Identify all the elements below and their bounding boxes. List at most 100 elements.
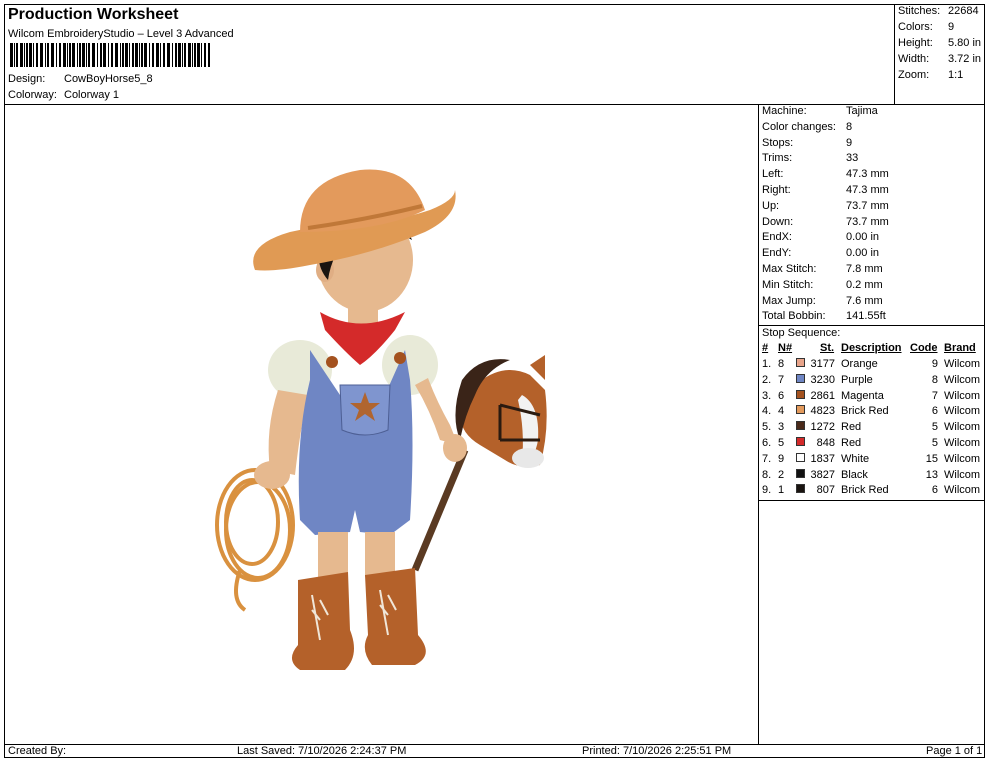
left-leg — [318, 532, 348, 577]
page-number: Page 1 of 1 — [926, 745, 983, 757]
row-stitches: 807 — [816, 484, 835, 497]
barcode-bar — [125, 43, 128, 67]
row-num: 5. — [762, 421, 772, 434]
barcode-bar — [192, 43, 193, 67]
col-header-code: Code — [910, 342, 938, 354]
color-swatch — [796, 358, 805, 367]
row-num: 7. — [762, 452, 772, 465]
design-label: Design: — [8, 73, 46, 85]
barcode-bar — [40, 43, 43, 67]
barcode-bar — [56, 43, 57, 67]
machine-value: 73.7 mm — [846, 199, 889, 212]
barcode-bar — [63, 43, 66, 67]
machine-value: 47.3 mm — [846, 184, 889, 196]
machine-label: Max Jump: — [762, 294, 816, 307]
machine-label: Machine: — [762, 105, 807, 117]
row-stitches: 3827 — [810, 468, 835, 481]
barcode-bar — [33, 43, 34, 67]
colorway-value: Colorway 1 — [64, 89, 120, 101]
cowboy-hat — [253, 169, 456, 271]
machine-value: 0.2 mm — [846, 278, 883, 291]
barcode-bar — [26, 43, 28, 67]
footer-divider — [4, 744, 985, 745]
row-needle: 5 — [778, 437, 785, 449]
stat-value: 5.80 in — [948, 37, 982, 49]
barcode-bar — [16, 43, 18, 67]
row-brand: Wilcom — [944, 373, 981, 386]
row-needle: 6 — [778, 389, 785, 402]
machine-label: Trims: — [762, 152, 793, 165]
overall-button-left — [326, 356, 338, 368]
barcode-bar — [144, 43, 147, 67]
printed-date: Printed: 7/10/2026 2:25:51 PM — [582, 745, 732, 757]
row-needle: 7 — [778, 373, 785, 386]
row-description: Magenta — [841, 389, 884, 402]
color-swatch — [796, 373, 805, 383]
barcode-bar — [122, 43, 124, 67]
row-code: 5 — [931, 437, 938, 449]
machine-label: Left: — [762, 168, 784, 181]
barcode-bar — [82, 43, 85, 67]
col-header-desc: Description — [841, 342, 902, 354]
barcode-bar — [47, 43, 49, 67]
colorway-label: Colorway: — [8, 89, 57, 101]
barcode-bar — [45, 43, 46, 67]
color-swatch — [796, 405, 805, 415]
row-num: 4. — [762, 405, 772, 418]
machine-divider — [758, 325, 985, 326]
right-boot — [364, 568, 426, 665]
machine-value: 9 — [846, 136, 853, 149]
overalls — [298, 350, 413, 535]
barcode-bar — [29, 43, 32, 67]
row-description: Brick Red — [841, 405, 889, 418]
stat-label: Zoom: — [898, 69, 930, 81]
machine-value: 7.8 mm — [846, 263, 883, 275]
stat-label: Width: — [898, 53, 930, 65]
row-brand: Wilcom — [944, 389, 981, 402]
table-row: 3. 6 2861 Magenta 7 Wilcom — [760, 389, 986, 405]
barcode-bar — [149, 43, 150, 67]
barcode-bar — [103, 43, 106, 67]
header-divider — [4, 104, 985, 105]
machine-label: Stops: — [762, 136, 794, 149]
color-swatch — [796, 421, 805, 431]
stop-sequence-title: Stop Sequence: — [762, 327, 841, 339]
stat-value: 3.72 in — [948, 53, 982, 65]
barcode-bar — [120, 43, 121, 67]
barcode-bar — [135, 43, 138, 67]
barcode-bar — [208, 43, 210, 67]
stat-label: Colors: — [898, 21, 933, 33]
machine-value: 8 — [846, 120, 853, 133]
row-code: 13 — [925, 468, 938, 481]
machine-label: Max Stitch: — [762, 263, 817, 275]
row-needle: 2 — [778, 468, 785, 481]
color-swatch — [796, 468, 805, 478]
horse-stick — [411, 448, 469, 572]
table-row: 9. 1 807 Brick Red 6 Wilcom — [760, 484, 986, 499]
barcode — [10, 43, 210, 67]
row-code: 8 — [931, 373, 938, 386]
row-brand: Wilcom — [944, 421, 981, 434]
barcode-bar — [160, 43, 161, 67]
row-brand: Wilcom — [944, 484, 981, 497]
row-stitches: 3230 — [810, 373, 835, 386]
machine-value: 141.55ft — [846, 310, 886, 323]
overall-button-right — [394, 352, 406, 364]
barcode-bar — [201, 43, 202, 67]
machine-label: EndY: — [762, 247, 792, 260]
row-code: 5 — [931, 421, 938, 434]
row-num: 8. — [762, 468, 772, 481]
design-value: CowBoyHorse5_8 — [64, 73, 153, 85]
machine-label: Total Bobbin: — [762, 310, 826, 323]
sequence-divider — [758, 500, 985, 501]
machine-label: Min Stitch: — [762, 278, 814, 291]
row-stitches: 1272 — [810, 421, 835, 434]
barcode-bar — [184, 43, 186, 67]
stat-label: Height: — [898, 37, 933, 49]
row-num: 2. — [762, 373, 772, 386]
barcode-bar — [156, 43, 159, 67]
barcode-bar — [24, 43, 25, 67]
right-leg — [365, 532, 395, 577]
machine-value: 0.00 in — [846, 231, 880, 244]
machine-label: Down: — [762, 215, 794, 228]
